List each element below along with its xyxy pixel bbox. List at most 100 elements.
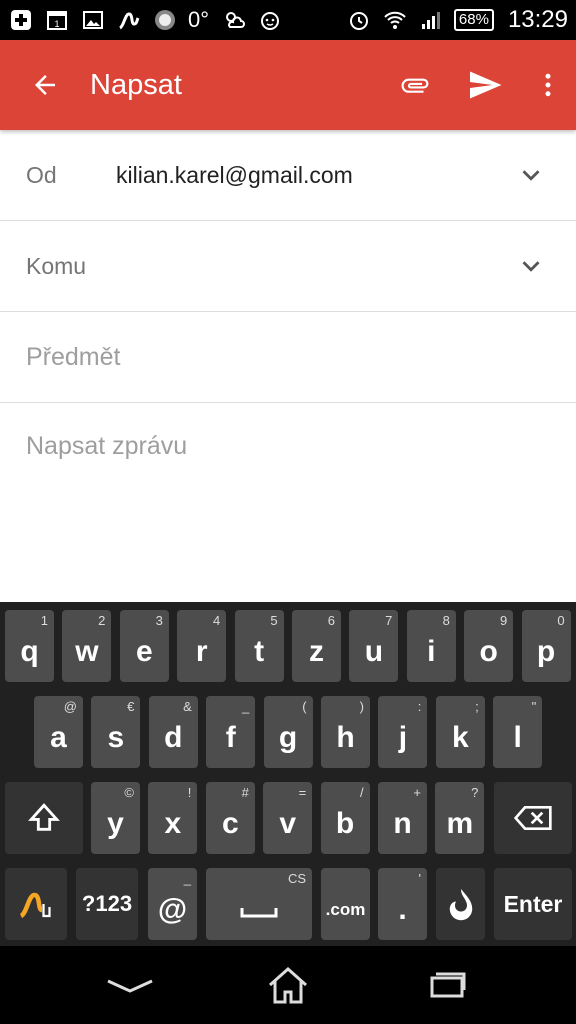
- key-label: v: [279, 807, 297, 840]
- key-u[interactable]: 7u: [349, 610, 399, 682]
- key-label: z: [309, 635, 324, 668]
- more-vert-icon: [545, 73, 551, 97]
- recent-apps-icon: [430, 972, 466, 998]
- key-e[interactable]: 3e: [119, 610, 169, 682]
- key-v[interactable]: = v: [263, 782, 313, 854]
- key-t[interactable]: 5t: [234, 610, 284, 682]
- symbols-key[interactable]: ?123: [76, 868, 138, 940]
- key-y[interactable]: © y: [91, 782, 140, 854]
- key-x[interactable]: ! x: [148, 782, 198, 854]
- battery-indicator: 68%: [453, 9, 494, 31]
- shift-icon: [28, 803, 60, 831]
- from-value: kilian.karel@gmail.com: [116, 161, 353, 188]
- key-label: s: [107, 721, 125, 754]
- space-key[interactable]: CS: [206, 868, 312, 940]
- key-secondary-label: 7: [385, 613, 393, 628]
- key-label: w: [75, 635, 99, 668]
- key-z[interactable]: 6z: [292, 610, 341, 682]
- key-secondary-label: 8: [442, 613, 450, 628]
- key-secondary-label: _: [241, 699, 250, 714]
- key-label: c: [221, 807, 239, 840]
- key-label: k: [451, 721, 469, 754]
- key-p[interactable]: 0p: [521, 610, 571, 682]
- more-options-button[interactable]: [520, 40, 576, 130]
- key-label: j: [398, 721, 408, 754]
- key-secondary-label: &: [183, 699, 192, 714]
- hide-keyboard-button[interactable]: [80, 946, 180, 1024]
- from-label: Od: [26, 161, 57, 188]
- key-label: l: [513, 721, 522, 754]
- send-icon: [470, 71, 502, 99]
- recent-apps-button[interactable]: [398, 946, 498, 1024]
- key-label: m: [446, 807, 474, 840]
- at-key[interactable]: _ @: [148, 868, 197, 940]
- to-row[interactable]: Komu: [0, 221, 576, 312]
- key-c[interactable]: # c: [205, 782, 255, 854]
- shift-key[interactable]: [5, 782, 83, 854]
- home-button[interactable]: [238, 946, 338, 1024]
- key-a[interactable]: @ a: [34, 696, 83, 768]
- dotcom-key[interactable]: .com: [321, 868, 370, 940]
- temperature: 0°: [188, 7, 210, 32]
- key-b[interactable]: / b: [320, 782, 370, 854]
- key-m[interactable]: ? m: [435, 782, 485, 854]
- key-o[interactable]: 9o: [464, 610, 514, 682]
- key-h[interactable]: ) h: [321, 696, 370, 768]
- subject-field[interactable]: Předmět: [0, 312, 576, 403]
- key-j[interactable]: :j: [378, 696, 428, 768]
- app-bar: Napsat: [0, 40, 576, 130]
- key-secondary-label: !: [187, 785, 192, 800]
- key-r[interactable]: 4r: [177, 610, 227, 682]
- backspace-icon: [513, 806, 552, 830]
- key-f[interactable]: _ f: [206, 696, 256, 768]
- chevron-down-icon: [107, 979, 153, 993]
- key-label: g: [278, 721, 298, 754]
- calendar-icon: 1: [44, 7, 70, 33]
- key-label: b: [335, 807, 355, 840]
- paperclip-icon: [401, 78, 429, 93]
- key-label: x: [164, 807, 182, 840]
- key-s[interactable]: € s: [91, 696, 141, 768]
- key-secondary-label: ": [531, 699, 537, 714]
- key-label: .: [398, 893, 407, 926]
- key-label: t: [254, 635, 265, 668]
- key-g[interactable]: (g: [263, 696, 313, 768]
- key-label: p: [536, 635, 556, 668]
- key-i[interactable]: 8i: [406, 610, 456, 682]
- key-label: a: [50, 721, 67, 754]
- backspace-key[interactable]: [494, 782, 572, 854]
- key-l[interactable]: " l: [493, 696, 543, 768]
- dragon-dictation-key[interactable]: [436, 868, 485, 940]
- key-secondary-label: ': [418, 871, 421, 886]
- attach-button[interactable]: [380, 40, 450, 130]
- key-label: .com: [325, 900, 366, 919]
- key-label: u: [364, 635, 384, 668]
- enter-key[interactable]: Enter: [494, 868, 572, 940]
- swype-icon: [116, 7, 142, 33]
- chevron-down-icon[interactable]: [516, 160, 546, 190]
- chevron-down-icon[interactable]: [516, 251, 546, 281]
- key-w[interactable]: 2w: [62, 610, 112, 682]
- key-secondary-label: 4: [212, 613, 221, 628]
- swype-key[interactable]: [5, 868, 67, 940]
- from-row[interactable]: Od kilian.karel@gmail.com: [0, 130, 576, 221]
- period-key[interactable]: '.: [378, 868, 427, 940]
- navigation-bar: [0, 946, 576, 1024]
- clock: 13:29: [507, 6, 568, 33]
- key-n[interactable]: + n: [378, 782, 427, 854]
- body-field[interactable]: Napsat zprávu: [26, 432, 187, 461]
- key-k[interactable]: ; k: [435, 696, 485, 768]
- key-label: ?123: [81, 891, 133, 916]
- weather-icon: [221, 7, 247, 33]
- send-button[interactable]: [450, 40, 520, 130]
- key-label: @: [157, 893, 188, 926]
- key-secondary-label: =: [298, 785, 307, 800]
- back-button[interactable]: [0, 40, 90, 130]
- key-q[interactable]: 1q: [5, 610, 54, 682]
- key-label: h: [336, 721, 355, 754]
- key-secondary-label: 1: [40, 613, 48, 628]
- key-d[interactable]: & d: [148, 696, 198, 768]
- alarm-clock-icon: [346, 7, 372, 33]
- space-icon: [240, 908, 278, 918]
- key-secondary-label: €: [127, 699, 135, 714]
